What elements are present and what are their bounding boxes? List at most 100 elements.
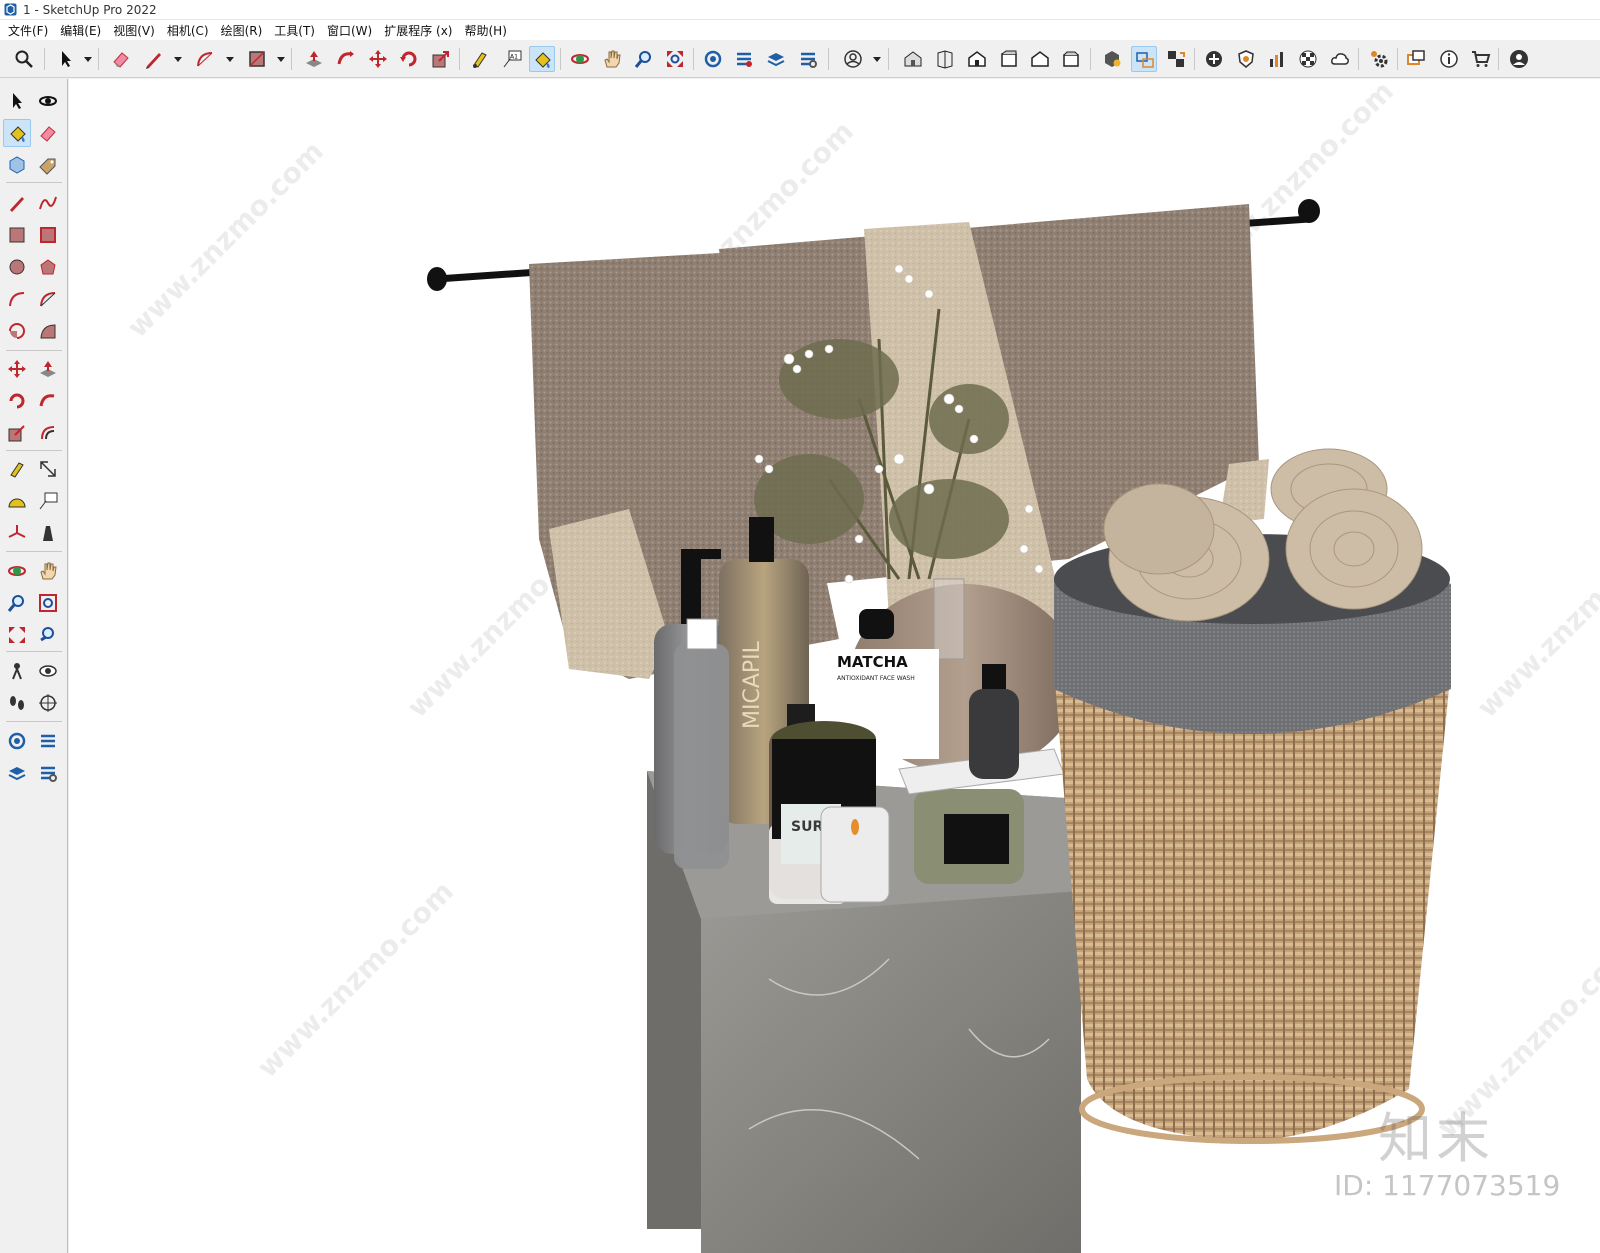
add-location-button[interactable] [1201, 46, 1227, 72]
arc-tool-button[interactable] [3, 285, 31, 313]
zoom-window-button[interactable] [662, 46, 688, 72]
eraser-tool-button[interactable] [34, 119, 62, 147]
menu-window[interactable]: 窗口(W) [321, 22, 378, 39]
front-view-button[interactable] [964, 46, 990, 72]
menu-camera[interactable]: 相机(C) [161, 22, 215, 39]
menu-extensions[interactable]: 扩展程序 (x) [378, 22, 458, 39]
paint-bucket-tool-button[interactable] [3, 119, 31, 147]
extension-warehouse-button[interactable] [731, 46, 757, 72]
follow-me-tool-button[interactable] [34, 387, 62, 415]
zoom-extents-button[interactable] [11, 46, 37, 72]
menu-edit[interactable]: 编辑(E) [54, 22, 107, 39]
tape-measure-button[interactable] [467, 46, 493, 72]
info-button[interactable] [1436, 46, 1462, 72]
rotated-rectangle-tool-button[interactable] [34, 221, 62, 249]
cloud-button[interactable] [1327, 46, 1353, 72]
component-tool-button[interactable] [3, 151, 31, 179]
orbit-tool-button[interactable] [34, 87, 62, 115]
line-dropdown[interactable] [174, 57, 182, 62]
zoom-tool-tool-button[interactable] [3, 589, 31, 617]
scale-tool-button[interactable] [3, 419, 31, 447]
zoom-button[interactable] [631, 46, 657, 72]
dimension-tool-button[interactable] [34, 455, 62, 483]
arc-dropdown[interactable] [226, 57, 234, 62]
offset-tool-button[interactable] [34, 419, 62, 447]
move-button[interactable] [365, 46, 391, 72]
circle-tool-button[interactable] [3, 253, 31, 281]
rotate-tool-button[interactable] [3, 387, 31, 415]
tape-measure-tool-button[interactable] [3, 455, 31, 483]
select-button[interactable] [53, 46, 79, 72]
extension-manager-tool-button[interactable] [34, 759, 62, 787]
modeling-viewport[interactable]: www.znzmo.com www.znzmo.com www.znzmo.co… [69, 79, 1600, 1253]
eraser-button[interactable] [108, 46, 134, 72]
push-pull-tool-button[interactable] [34, 355, 62, 383]
three-point-arc-tool-button[interactable] [34, 317, 62, 345]
pan-tool-tool-button[interactable] [34, 557, 62, 585]
settings-button[interactable] [1366, 46, 1392, 72]
previous-view-tool-button[interactable] [34, 621, 62, 649]
left-view-button[interactable] [1058, 46, 1084, 72]
walk-tool-button[interactable] [3, 689, 31, 717]
menu-file[interactable]: 文件(F) [2, 22, 54, 39]
menu-help[interactable]: 帮助(H) [458, 22, 512, 39]
freehand-tool-button[interactable] [34, 189, 62, 217]
orbit-tool-tool-button[interactable] [3, 557, 31, 585]
orbit-button[interactable] [567, 46, 593, 72]
position-camera-tool-button[interactable] [3, 657, 31, 685]
select-tool-button[interactable] [3, 87, 31, 115]
sandbox-button[interactable] [1131, 46, 1157, 72]
pan-button[interactable] [599, 46, 625, 72]
style-button[interactable] [1264, 46, 1290, 72]
select-dropdown[interactable] [84, 57, 92, 62]
section-plane-tool-button[interactable] [34, 689, 62, 717]
top-view-button[interactable] [932, 46, 958, 72]
cart-button[interactable] [1468, 46, 1494, 72]
zoom-window-tool-tool-button[interactable] [34, 589, 62, 617]
section-button[interactable] [1163, 46, 1189, 72]
text-button[interactable]: A1 [499, 46, 525, 72]
solid-tools-button[interactable] [1099, 46, 1125, 72]
follow-me-button[interactable] [333, 46, 359, 72]
texture-button[interactable] [1295, 46, 1321, 72]
extension-manager-button[interactable] [795, 46, 821, 72]
right-view-button[interactable] [996, 46, 1022, 72]
shadow-button[interactable] [1233, 46, 1259, 72]
layout-tool-button[interactable] [3, 759, 31, 787]
pie-tool-button[interactable] [3, 317, 31, 345]
extension-warehouse-tool-button[interactable] [34, 727, 62, 755]
solid-tools-icon [1105, 51, 1121, 67]
arc-button[interactable] [192, 46, 218, 72]
protractor-tool-button[interactable] [3, 487, 31, 515]
account-button[interactable] [840, 46, 866, 72]
menu-tools[interactable]: 工具(T) [268, 22, 321, 39]
rectangle-button[interactable] [244, 46, 270, 72]
axes-tool-button[interactable] [3, 519, 31, 547]
rotate-button[interactable] [396, 46, 422, 72]
zoom-extents-tool-tool-button[interactable] [3, 621, 31, 649]
line-tool-button[interactable] [3, 189, 31, 217]
layout-button[interactable] [763, 46, 789, 72]
text-tool-button[interactable] [34, 487, 62, 515]
menu-draw[interactable]: 绘图(R) [215, 22, 269, 39]
rectangle-dropdown[interactable] [277, 57, 285, 62]
back-view-button[interactable] [1027, 46, 1053, 72]
3d-text-tool-button[interactable] [34, 519, 62, 547]
polygon-tool-button[interactable] [34, 253, 62, 281]
line-button[interactable] [141, 46, 167, 72]
warehouse-button[interactable] [700, 46, 726, 72]
rectangle-tool-button[interactable] [3, 221, 31, 249]
user-button[interactable] [1506, 46, 1532, 72]
push-pull-button[interactable] [301, 46, 327, 72]
menu-view[interactable]: 视图(V) [107, 22, 161, 39]
move-tool-button[interactable] [3, 355, 31, 383]
scale-button[interactable] [428, 46, 454, 72]
message-button[interactable] [1403, 46, 1429, 72]
warehouse-tool-button[interactable] [3, 727, 31, 755]
iso-view-button[interactable] [900, 46, 926, 72]
tag-tool-button[interactable] [34, 151, 62, 179]
account-dropdown[interactable] [873, 57, 881, 62]
two-point-arc-tool-button[interactable] [34, 285, 62, 313]
look-around-tool-button[interactable] [34, 657, 62, 685]
paint-bucket-button[interactable] [529, 46, 555, 72]
